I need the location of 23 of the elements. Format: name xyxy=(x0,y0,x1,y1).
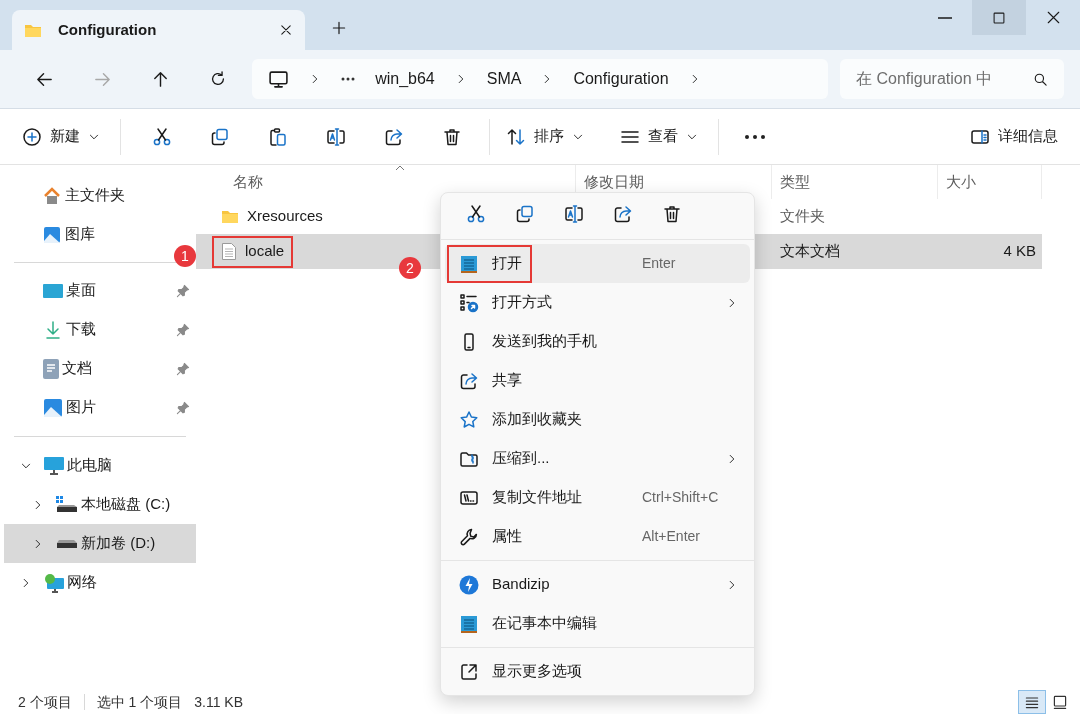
menu-label: 在记事本中编辑 xyxy=(492,613,597,634)
menu-label: 属性 xyxy=(492,526,522,547)
menu-shortcut: Enter xyxy=(642,254,677,273)
menu-shortcut: Ctrl+Shift+C xyxy=(642,488,720,507)
menu-label: 发送到我的手机 xyxy=(492,331,597,352)
tab-title: Configuration xyxy=(58,19,158,40)
menu-label: 共享 xyxy=(492,370,522,391)
step-marker: 1 xyxy=(174,245,196,267)
step-marker: 2 xyxy=(399,257,421,279)
menu-label: Bandizip xyxy=(492,574,550,595)
menu-label: 复制文件地址 xyxy=(492,487,582,508)
file-type: 文件夹 xyxy=(780,207,825,225)
menu-shortcut: Alt+Enter xyxy=(642,527,701,546)
menu-label: 打开 xyxy=(492,253,522,274)
menu-label: 压缩到... xyxy=(492,448,550,469)
file-type: 文本文档 xyxy=(780,242,840,260)
selection-count: 选中 1 个项目 xyxy=(96,692,183,712)
item-count: 2 个项目 xyxy=(18,692,72,712)
menu-label: 添加到收藏夹 xyxy=(492,409,582,430)
file-size: 4 KB xyxy=(1003,241,1036,262)
menu-label: 打开方式 xyxy=(492,292,552,313)
menu-label: 显示更多选项 xyxy=(492,661,582,682)
selection-size: 3.11 KB xyxy=(194,692,244,712)
